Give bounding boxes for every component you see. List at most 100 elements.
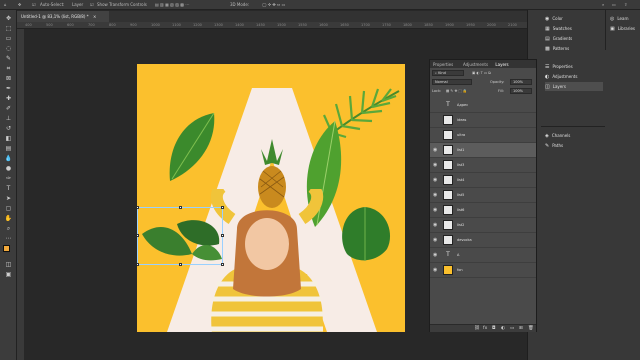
- document-tab[interactable]: Untitled-1 @ 83,1% (list, RGB/8) * ×: [17, 11, 109, 22]
- zoom-tool-icon[interactable]: ⌕: [3, 224, 14, 233]
- type-tool-icon[interactable]: T: [3, 184, 14, 193]
- dock-item-gradients[interactable]: ▤ Gradients: [545, 34, 572, 43]
- dock-item-adjustments[interactable]: ◐ Adjustments: [545, 72, 577, 81]
- opacity-field[interactable]: 100%: [510, 79, 532, 85]
- auto-select-checkbox[interactable]: ☑: [32, 2, 36, 7]
- tab-properties[interactable]: Properties: [433, 62, 453, 67]
- lasso-tool-icon[interactable]: ◌: [3, 44, 14, 53]
- visibility-eye-icon[interactable]: ◉: [433, 253, 437, 258]
- layer-name[interactable]: list1: [457, 148, 464, 152]
- share-icon[interactable]: ⇪: [624, 2, 627, 7]
- marquee-tool-icon[interactable]: ▭: [3, 34, 14, 43]
- more-tools-icon[interactable]: ⋯: [3, 234, 14, 243]
- hand-tool-icon[interactable]: ✋: [3, 214, 14, 223]
- visibility-eye-icon[interactable]: ◉: [433, 148, 437, 153]
- dodge-tool-icon[interactable]: ●: [3, 164, 14, 173]
- transform-handle[interactable]: [221, 206, 224, 209]
- 3d-icons[interactable]: ◯ ✣ ✤ ⇔ ▭: [262, 2, 285, 7]
- document-canvas[interactable]: [137, 64, 405, 332]
- quick-select-tool-icon[interactable]: ✎: [3, 54, 14, 63]
- transform-handle[interactable]: [137, 234, 139, 237]
- transform-handle[interactable]: [221, 234, 224, 237]
- move-tool-icon[interactable]: ✥: [18, 2, 21, 7]
- layer-row[interactable]: ultra: [430, 128, 536, 143]
- layer-name[interactable]: ultra: [457, 133, 465, 137]
- adjustment-layer-icon[interactable]: ◐: [501, 326, 505, 331]
- visibility-eye-icon[interactable]: ◉: [433, 268, 437, 273]
- move-tool-icon[interactable]: ✥: [3, 14, 14, 23]
- align-icons[interactable]: ▤ ▥ ▦ ▧ ▨ ▩ ⋯: [155, 2, 189, 7]
- visibility-eye-icon[interactable]: ◉: [433, 208, 437, 213]
- dock-item-channels[interactable]: ◈ Channels: [545, 131, 570, 140]
- layer-row[interactable]: T Адрес: [430, 98, 536, 113]
- gradient-tool-icon[interactable]: ▤: [3, 144, 14, 153]
- visibility-eye-icon[interactable]: ◉: [433, 223, 437, 228]
- show-transform-checkbox[interactable]: ☑: [90, 2, 94, 7]
- layer-name[interactable]: devocka: [457, 238, 472, 242]
- dock-item-patterns[interactable]: ▩ Patterns: [545, 44, 569, 53]
- layer-row[interactable]: ◉ list5: [430, 188, 536, 203]
- pen-tool-icon[interactable]: ✑: [3, 174, 14, 183]
- layer-row[interactable]: ideas: [430, 113, 536, 128]
- eyedropper-tool-icon[interactable]: ✒: [3, 84, 14, 93]
- visibility-eye-icon[interactable]: ◉: [433, 193, 437, 198]
- frame-tool-icon[interactable]: ⊠: [3, 74, 14, 83]
- layer-row[interactable]: ◉ list1: [430, 143, 536, 158]
- transform-handle[interactable]: [137, 263, 139, 266]
- dock-item-paths[interactable]: ✎ Paths: [545, 141, 563, 150]
- layer-name[interactable]: list6: [457, 208, 464, 212]
- search-icon[interactable]: ⌕: [602, 2, 604, 7]
- quick-mask-icon[interactable]: ◫: [3, 260, 14, 269]
- dock-item-libraries[interactable]: ▣ Libraries: [610, 24, 635, 33]
- layer-row[interactable]: ◉ list2: [430, 218, 536, 233]
- transform-handle[interactable]: [221, 263, 224, 266]
- photoshop-home-icon[interactable]: ⌂: [4, 2, 7, 7]
- dock-item-properties[interactable]: ☰ Properties: [545, 62, 573, 71]
- path-select-icon[interactable]: ➤: [3, 194, 14, 203]
- screen-mode-icon[interactable]: ▣: [3, 270, 14, 279]
- close-tab-icon[interactable]: ×: [93, 14, 96, 19]
- history-brush-icon[interactable]: ↺: [3, 124, 14, 133]
- filter-icons[interactable]: ▣ ◐ T ▭ ⧉: [472, 70, 491, 76]
- blend-mode-dropdown[interactable]: Normal: [432, 79, 472, 85]
- layer-name[interactable]: ideas: [457, 118, 466, 122]
- layer-name[interactable]: list2: [457, 223, 464, 227]
- transform-handle[interactable]: [137, 206, 139, 209]
- dock-item-color[interactable]: ◉ Color: [545, 14, 563, 23]
- trash-icon[interactable]: 🗑: [528, 326, 534, 331]
- lock-icons[interactable]: ▦ ✎ ✥ ⬚ 🔒: [446, 88, 467, 94]
- stamp-tool-icon[interactable]: ⊥: [3, 114, 14, 123]
- transform-handle[interactable]: [179, 263, 182, 266]
- layer-row[interactable]: ◉ T A: [430, 248, 536, 263]
- layer-row[interactable]: ◉ list6: [430, 203, 536, 218]
- dock-item-swatches[interactable]: ▦ Swatches: [545, 24, 572, 33]
- layer-name[interactable]: list5: [457, 193, 464, 197]
- visibility-eye-icon[interactable]: ◉: [433, 178, 437, 183]
- transform-handle[interactable]: [179, 206, 182, 209]
- fx-icon[interactable]: fx: [483, 326, 487, 331]
- workspace-icon[interactable]: ▭: [612, 2, 616, 7]
- eraser-tool-icon[interactable]: ◧: [3, 134, 14, 143]
- layer-name[interactable]: list4: [457, 178, 464, 182]
- visibility-eye-icon[interactable]: ◉: [433, 163, 437, 168]
- transform-bounding-box[interactable]: [137, 206, 224, 266]
- auto-select-dropdown[interactable]: Layer: [72, 2, 83, 7]
- fill-field[interactable]: 100%: [510, 88, 532, 94]
- group-icon[interactable]: ▭: [510, 326, 514, 331]
- mask-icon[interactable]: ◘: [492, 326, 496, 331]
- artboard-tool-icon[interactable]: ⬚: [3, 24, 14, 33]
- layer-name[interactable]: fon: [457, 268, 463, 272]
- blur-tool-icon[interactable]: 💧: [3, 154, 14, 163]
- healing-brush-icon[interactable]: ✚: [3, 94, 14, 103]
- layer-name[interactable]: Адрес: [457, 103, 468, 107]
- layer-row[interactable]: ◉ devocka: [430, 233, 536, 248]
- layer-row[interactable]: ◉ fon: [430, 263, 536, 278]
- layer-name[interactable]: list3: [457, 163, 464, 167]
- layer-row[interactable]: ◉ list3: [430, 158, 536, 173]
- layer-name[interactable]: A: [457, 253, 459, 257]
- layer-filter-dropdown[interactable]: ⌕ Kind: [432, 70, 464, 76]
- dock-item-learn[interactable]: ◎ Learn: [610, 14, 629, 23]
- layer-row[interactable]: ◉ list4: [430, 173, 536, 188]
- visibility-eye-icon[interactable]: ◉: [433, 238, 437, 243]
- tab-adjustments[interactable]: Adjustments: [463, 62, 488, 67]
